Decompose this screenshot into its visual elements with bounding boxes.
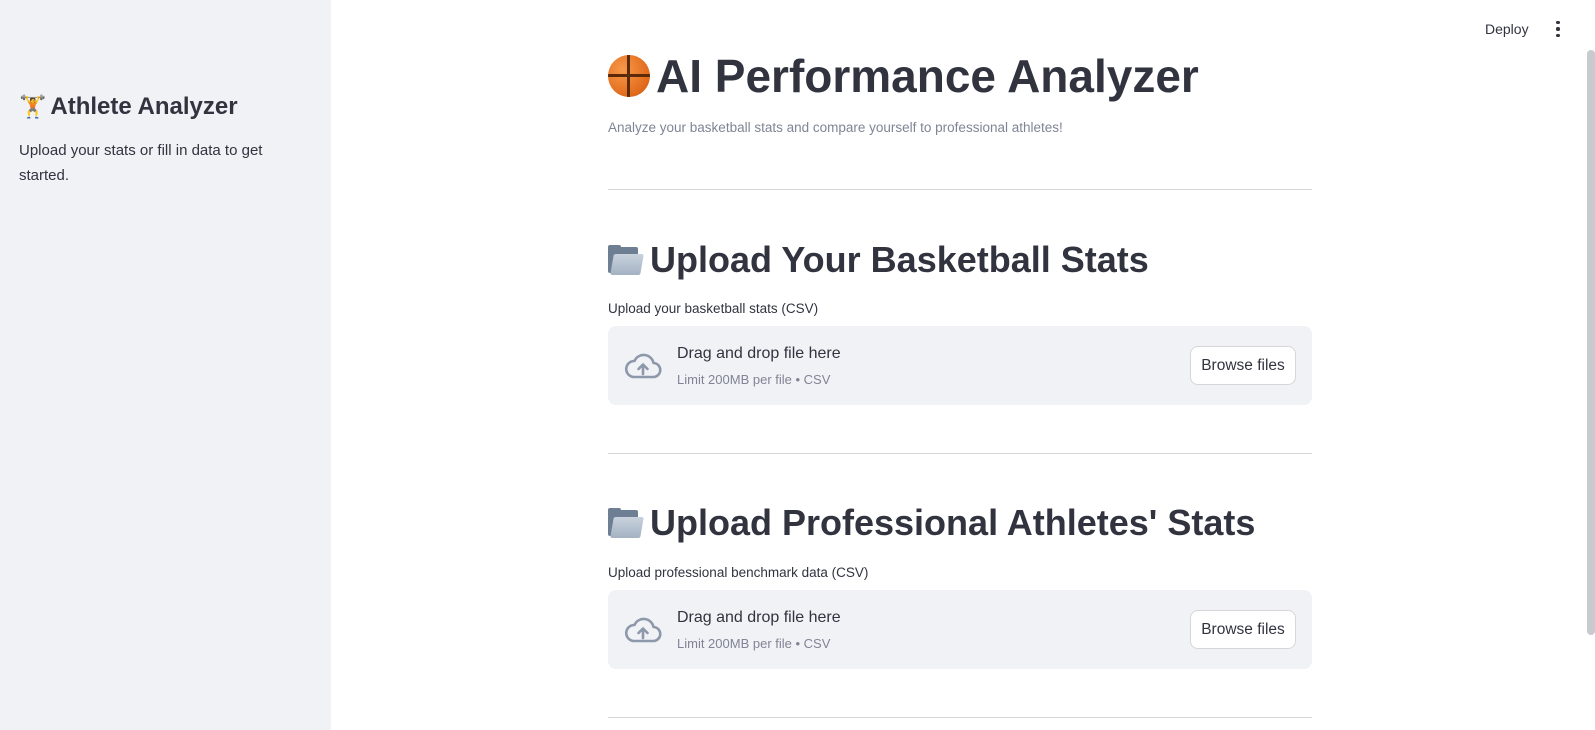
section-heading-user-stats: Upload Your Basketball Stats [608, 237, 1149, 283]
sidebar: 🏋️ Athlete Analyzer Upload your stats or… [0, 0, 331, 730]
folder-icon [608, 508, 644, 538]
page-title: AI Performance Analyzer [608, 46, 1199, 106]
browse-files-button[interactable]: Browse files [1190, 610, 1296, 649]
sidebar-title-text: Athlete Analyzer [50, 93, 238, 120]
dropzone-title: Drag and drop file here [677, 609, 841, 626]
upload-label-user-stats: Upload your basketball stats (CSV) [608, 301, 819, 316]
basketball-icon [608, 55, 650, 97]
folder-icon [608, 245, 644, 275]
dropzone-limit: Limit 200MB per file • CSV [677, 636, 831, 651]
dropzone-limit: Limit 200MB per file • CSV [677, 372, 831, 387]
file-dropzone-pro-stats[interactable]: Drag and drop file here Limit 200MB per … [608, 590, 1312, 669]
more-vertical-icon-dot [1556, 33, 1560, 38]
cloud-upload-icon [624, 617, 662, 643]
deploy-button[interactable]: Deploy [1476, 16, 1538, 42]
file-dropzone-user-stats[interactable]: Drag and drop file here Limit 200MB per … [608, 326, 1312, 405]
more-vertical-icon [1556, 20, 1560, 25]
page-caption: Analyze your basketball stats and compar… [608, 120, 1063, 135]
section-heading-pro-stats: Upload Professional Athletes' Stats [608, 500, 1255, 546]
section-heading-text: Upload Your Basketball Stats [650, 239, 1149, 280]
upload-label-pro-stats: Upload professional benchmark data (CSV) [608, 565, 869, 580]
cloud-upload-icon [624, 353, 662, 379]
main-menu-button[interactable] [1547, 15, 1569, 43]
browse-files-button[interactable]: Browse files [1190, 346, 1296, 385]
divider [608, 453, 1312, 454]
weightlifter-icon: 🏋️ [19, 94, 47, 119]
sidebar-title: 🏋️ Athlete Analyzer [19, 90, 238, 124]
scrollbar[interactable] [1587, 50, 1595, 635]
more-vertical-icon-dot [1556, 27, 1560, 31]
sidebar-description: Upload your stats or fill in data to get… [19, 142, 263, 184]
section-heading-text: Upload Professional Athletes' Stats [650, 502, 1256, 543]
page-title-text: AI Performance Analyzer [656, 50, 1199, 102]
dropzone-title: Drag and drop file here [677, 345, 841, 362]
divider [608, 189, 1312, 190]
divider [608, 717, 1312, 718]
